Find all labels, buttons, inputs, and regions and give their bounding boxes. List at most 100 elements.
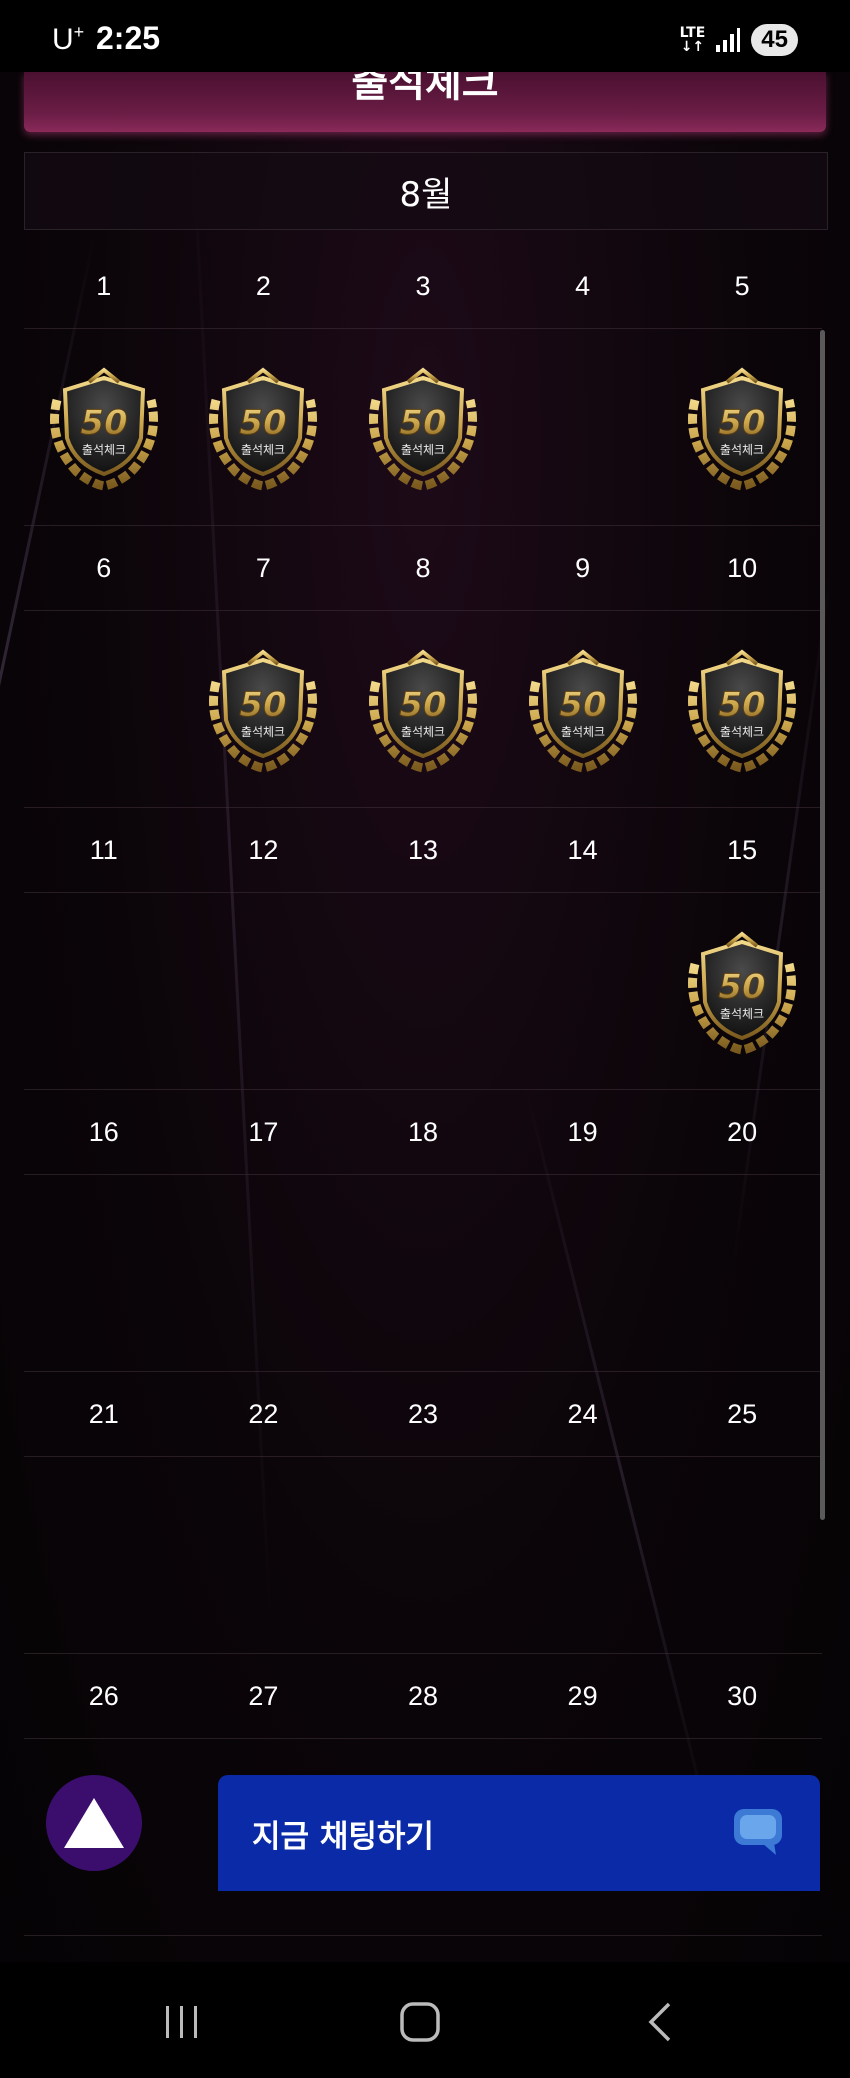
day-number: 14 [567,835,598,865]
calendar-week: 11 12 13 14 15 50 출석체크 [24,808,822,1090]
day-number: 6 [96,553,112,583]
stamp-row: 50 출석체크 50 출석체크 50 출석체크 50 출석체크 [24,611,822,808]
stamp-row: 50 출석체크 [24,893,822,1090]
svg-text:50: 50 [240,685,287,725]
attendance-stamp-icon: 50 출석체크 [49,367,158,491]
day-stamp-cell[interactable] [662,1457,822,1653]
svg-text:출석체크: 출석체크 [401,725,445,739]
attendance-stamp-icon: 50 출석체크 [528,649,637,773]
stamp-row: 50 출석체크 50 출석체크 50 출석체크 50 출석체크 [24,329,822,526]
stamp-row [24,1175,822,1372]
day-stamp-cell[interactable]: 50 출석체크 [503,611,663,807]
recent-apps-button[interactable] [152,2000,212,2044]
svg-text:50: 50 [559,685,606,725]
day-number: 28 [407,1681,438,1711]
day-number: 20 [727,1117,758,1147]
svg-text:50: 50 [80,403,127,443]
day-number: 19 [567,1117,598,1147]
attendance-stamp-icon: 50 출석체크 [369,367,477,491]
day-number: 26 [88,1681,119,1711]
svg-text:50: 50 [399,403,446,443]
status-icons: LTE ↓↑ 45 [680,24,798,56]
signal-icon [716,28,741,52]
clock: 2:25 [96,20,161,56]
day-stamp-cell[interactable]: 50 출석체크 [662,329,822,525]
day-number: 24 [567,1399,598,1429]
day-stamp-cell[interactable] [503,329,663,525]
calendar-week: 12345 50 출석체크 50 출석체크 50 출석체크 50 출석체크 [24,244,822,526]
day-number: 4 [575,271,591,301]
day-number: 30 [727,1681,758,1711]
attendance-stamp-icon: 50 출석체크 [209,367,318,491]
battery-indicator: 45 [751,24,798,56]
day-number-row: 11 12 13 14 15 [24,808,822,893]
day-number: 16 [88,1117,119,1147]
day-number: 27 [248,1681,279,1711]
back-button[interactable] [630,2000,690,2044]
day-stamp-cell[interactable] [184,893,344,1089]
day-stamp-cell[interactable]: 50 출석체크 [662,611,822,807]
day-stamp-cell[interactable] [24,611,184,807]
day-stamp-cell[interactable] [662,1175,822,1371]
day-number: 10 [727,553,758,583]
day-stamp-cell[interactable] [343,1457,503,1653]
attendance-stamp-icon: 50 출석체크 [369,649,477,773]
day-number: 21 [88,1399,119,1429]
chat-bubble-icon [734,1809,782,1855]
svg-text:출석체크: 출석체크 [241,443,285,457]
day-number: 17 [248,1117,279,1147]
chat-now-label: 지금 채팅하기 [252,1819,434,1855]
day-stamp-cell[interactable] [24,893,184,1089]
scrollbar[interactable] [820,330,825,1520]
day-number: 9 [575,553,591,583]
svg-text:50: 50 [719,403,766,443]
carrier-label: U+ [52,22,85,56]
day-number: 3 [415,271,431,301]
day-number: 2 [255,271,271,301]
day-stamp-cell[interactable] [503,1457,663,1653]
attendance-stamp-icon: 50 출석체크 [209,649,318,773]
svg-text:출석체크: 출석체크 [241,725,285,739]
day-number: 25 [727,1399,758,1429]
day-number-row: 26 27 28 29 30 [24,1654,822,1739]
svg-text:출석체크: 출석체크 [560,725,604,739]
svg-text:50: 50 [719,685,766,725]
day-stamp-cell[interactable]: 50 출석체크 [343,611,503,807]
day-number-row: 21 22 23 24 25 [24,1372,822,1457]
chat-now-button[interactable]: 지금 채팅하기 [218,1775,820,1891]
day-number: 18 [407,1117,438,1147]
home-button[interactable] [390,2000,450,2044]
up-triangle-icon [64,1798,124,1848]
day-stamp-cell[interactable]: 50 출석체크 [24,329,184,525]
month-label: 8월 [24,152,828,230]
day-stamp-cell[interactable] [184,1175,344,1371]
day-number: 22 [248,1399,279,1429]
day-stamp-cell[interactable] [184,1457,344,1653]
attendance-page: 출석체크 8월 12345 50 출석체크 50 출석체크 50 출석체크 50… [0,72,850,1962]
home-icon [400,2002,440,2042]
scroll-top-button[interactable] [46,1775,142,1871]
day-stamp-cell[interactable] [24,1457,184,1653]
svg-text:50: 50 [240,403,287,443]
day-stamp-cell[interactable] [503,893,663,1089]
calendar-week: 21 22 23 24 25 [24,1372,822,1654]
status-bar: U+ 2:25 LTE ↓↑ 45 [0,0,850,72]
day-stamp-cell[interactable]: 50 출석체크 [184,329,344,525]
day-stamp-cell[interactable]: 50 출석체크 [343,329,503,525]
day-stamp-cell[interactable]: 50 출석체크 [184,611,344,807]
day-stamp-cell[interactable] [343,893,503,1089]
day-number-row: 6 7 8 9 10 [24,526,822,611]
svg-text:출석체크: 출석체크 [720,1007,764,1021]
day-stamp-cell[interactable] [24,1175,184,1371]
day-stamp-cell[interactable] [343,1175,503,1371]
day-number-row: 1 2 3 4 5 [24,244,822,329]
stamp-row [24,1457,822,1654]
day-stamp-cell[interactable]: 50 출석체크 [662,893,822,1089]
day-number: 11 [89,835,118,865]
day-number: 29 [567,1681,598,1711]
svg-text:50: 50 [399,685,446,725]
svg-text:출석체크: 출석체크 [720,725,764,739]
day-stamp-cell[interactable] [503,1175,663,1371]
calendar-week: 16 17 18 19 20 [24,1090,822,1372]
attendance-calendar: 12345 50 출석체크 50 출석체크 50 출석체크 50 출석체크 6 … [24,244,822,1936]
